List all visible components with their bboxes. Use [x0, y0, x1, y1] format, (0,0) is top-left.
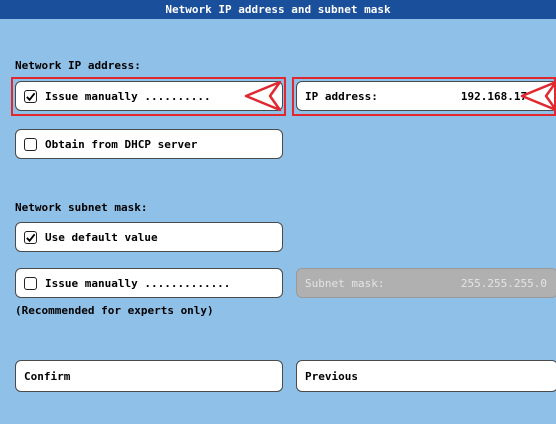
checked-checkbox-icon[interactable] — [24, 89, 37, 103]
mask-use-default-label: Use default value — [45, 230, 158, 244]
ip-issue-manually-option[interactable]: Issue manually .......... — [15, 81, 283, 111]
mask-use-default-option[interactable]: Use default value — [15, 222, 283, 252]
window-title: Network IP address and subnet mask — [0, 0, 556, 19]
ip-section-label: Network IP address: — [15, 59, 141, 72]
confirm-button[interactable]: Confirm — [15, 360, 283, 392]
confirm-label: Confirm — [24, 369, 71, 383]
expert-note: (Recommended for experts only) — [15, 304, 214, 317]
ip-address-field[interactable]: IP address: 192.168.178.2 — [296, 81, 556, 111]
unchecked-checkbox-icon[interactable] — [24, 137, 37, 151]
subnet-mask-value: 255.255.255.0 — [460, 276, 547, 290]
checked-checkbox-icon[interactable] — [24, 230, 37, 244]
ip-issue-manually-label: Issue manually .......... — [45, 89, 211, 103]
subnet-mask-field: Subnet mask: 255.255.255.0 — [296, 268, 556, 298]
ip-dhcp-label: Obtain from DHCP server — [45, 137, 198, 151]
mask-section-label: Network subnet mask: — [15, 201, 148, 214]
unchecked-checkbox-icon[interactable] — [24, 276, 37, 290]
ip-dhcp-option[interactable]: Obtain from DHCP server — [15, 129, 283, 159]
previous-button[interactable]: Previous — [296, 360, 556, 392]
mask-issue-manually-option[interactable]: Issue manually ............. — [15, 268, 283, 298]
subnet-mask-label: Subnet mask: — [305, 276, 385, 290]
ip-address-label: IP address: — [305, 89, 378, 103]
previous-label: Previous — [305, 369, 358, 383]
mask-issue-manually-label: Issue manually ............. — [45, 276, 231, 290]
ip-address-value: 192.168.178.2 — [460, 89, 547, 103]
